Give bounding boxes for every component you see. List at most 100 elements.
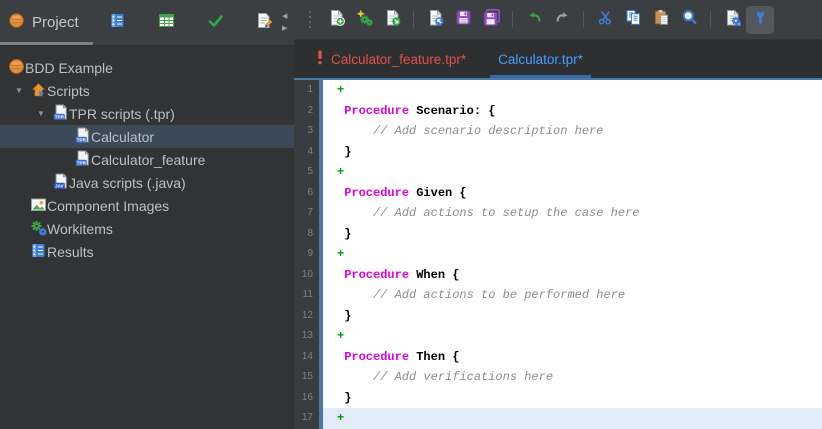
line-number: 13 xyxy=(294,326,319,347)
code-area[interactable]: + Procedure Scenario: { // Add scenario … xyxy=(323,80,822,429)
reopen-script-button[interactable] xyxy=(421,6,449,34)
tab-results-view[interactable] xyxy=(93,0,142,45)
wrench-icon xyxy=(752,9,769,31)
code-line[interactable]: // Add scenario description here xyxy=(323,121,822,142)
toolbox-button[interactable] xyxy=(746,6,774,34)
code-line[interactable]: + xyxy=(323,244,822,265)
code-line[interactable]: } xyxy=(323,306,822,327)
tree-item-calculator-feature[interactable]: TPRCalculator_feature xyxy=(0,148,294,171)
undo-icon xyxy=(526,9,543,31)
tree-item-tpr-scripts-tpr-[interactable]: ▼TPRTPR scripts (.tpr) xyxy=(0,102,294,125)
tpr-file-icon: TPR xyxy=(52,104,69,124)
code-line[interactable]: // Add actions to be performed here xyxy=(323,285,822,306)
code-line[interactable]: // Add actions to setup the case here xyxy=(323,203,822,224)
code-segment-keyword: Procedure xyxy=(344,268,409,282)
code-segment-comment: // Add actions to be performed here xyxy=(337,288,625,302)
gears-icon xyxy=(30,219,47,239)
code-segment-code: When { xyxy=(409,268,459,282)
code-line[interactable]: Procedure Then { xyxy=(323,347,822,368)
project-tree[interactable]: BDD Example▼Scripts▼TPRTPR scripts (.tpr… xyxy=(0,46,294,429)
code-line[interactable]: + xyxy=(323,326,822,347)
paste-button[interactable] xyxy=(647,6,675,34)
code-segment-keyword: Procedure xyxy=(344,104,409,118)
tpr-file-icon: TPR xyxy=(74,127,91,147)
script-editor-button[interactable] xyxy=(718,6,746,34)
copy-button[interactable] xyxy=(619,6,647,34)
editor-tab-2[interactable]: Calculator.tpr* xyxy=(482,40,599,78)
tree-item-results[interactable]: Results xyxy=(0,240,294,263)
record-script-button[interactable] xyxy=(350,6,378,34)
tree-item-component-images[interactable]: Component Images xyxy=(0,194,294,217)
tab-project[interactable]: Project xyxy=(0,0,93,45)
editor-tab-label: Calculator.tpr* xyxy=(498,52,583,67)
code-line[interactable]: } xyxy=(323,388,822,409)
tab-project-label: Project xyxy=(32,14,79,31)
code-segment-comment: // Add verifications here xyxy=(337,370,553,384)
tree-item-label: Calculator xyxy=(91,129,154,145)
open-script-button[interactable] xyxy=(378,6,406,34)
code-line[interactable]: } xyxy=(323,224,822,245)
code-segment-plus: + xyxy=(337,83,344,97)
bdd-project-icon xyxy=(8,58,25,78)
code-segment-code: } xyxy=(337,309,351,323)
check-icon xyxy=(207,12,224,34)
toolbar-drag-handle[interactable] xyxy=(307,11,313,28)
code-line[interactable]: Procedure When { xyxy=(323,265,822,286)
line-number: 17 xyxy=(294,408,319,429)
undo-button[interactable] xyxy=(520,6,548,34)
tree-item-calculator[interactable]: TPRCalculator xyxy=(0,125,294,148)
save-icon xyxy=(455,9,472,31)
code-line[interactable]: + xyxy=(323,80,822,101)
save-all-button[interactable] xyxy=(477,6,505,34)
error-exclamation-icon xyxy=(316,50,324,68)
redo-button[interactable] xyxy=(548,6,576,34)
save-button[interactable] xyxy=(449,6,477,34)
tree-item-label: Calculator_feature xyxy=(91,152,205,168)
tree-item-scripts[interactable]: ▼ Scripts xyxy=(0,79,294,102)
tree-item-label: Scripts xyxy=(47,83,90,99)
tree-item-workitems[interactable]: Workitems xyxy=(0,217,294,240)
scripts-home-icon xyxy=(30,81,47,101)
line-number-gutter: 1234567891011121314151617 xyxy=(294,80,319,429)
save-all-icon xyxy=(483,9,500,31)
code-line[interactable]: + xyxy=(323,162,822,183)
tree-item-label: Java scripts (.java) xyxy=(69,175,186,191)
project-panel: Project BDD Example▼Scripts▼TPRTPR scrip… xyxy=(0,0,294,429)
script-gears-icon xyxy=(724,9,741,31)
line-number: 12 xyxy=(294,306,319,327)
code-line[interactable]: } xyxy=(323,142,822,163)
editor-tab-1[interactable]: Calculator_feature.tpr* xyxy=(300,40,482,78)
line-number: 2 xyxy=(294,101,319,122)
new-script-button[interactable] xyxy=(322,6,350,34)
line-number: 8 xyxy=(294,224,319,245)
line-number: 5 xyxy=(294,162,319,183)
code-line[interactable]: Procedure Given { xyxy=(323,183,822,204)
toolbar-separator xyxy=(583,11,584,28)
line-number: 11 xyxy=(294,285,319,306)
tab-check-view[interactable] xyxy=(191,0,240,45)
tree-item-bdd-example[interactable]: BDD Example xyxy=(0,56,294,79)
line-number: 9 xyxy=(294,244,319,265)
record-script-icon xyxy=(356,9,373,31)
line-number: 10 xyxy=(294,265,319,286)
code-segment-plus: + xyxy=(337,329,344,343)
tree-item-label: Workitems xyxy=(47,221,113,237)
editor-tab-label: Calculator_feature.tpr* xyxy=(331,52,466,67)
code-line[interactable]: // Add verifications here xyxy=(323,367,822,388)
find-button[interactable] xyxy=(675,6,703,34)
splitter[interactable]: ◀ ▶ xyxy=(282,13,287,32)
line-number: 3 xyxy=(294,121,319,142)
svg-text:TPR: TPR xyxy=(55,114,65,119)
edit-doc-icon xyxy=(256,12,273,34)
tree-expand-arrow-icon[interactable]: ▼ xyxy=(30,102,52,125)
code-line[interactable]: + xyxy=(323,408,822,429)
cut-button[interactable] xyxy=(591,6,619,34)
collapse-left-icon[interactable]: ◀ xyxy=(282,13,287,20)
tree-item-java-scripts-java-[interactable]: JAVJava scripts (.java) xyxy=(0,171,294,194)
copy-icon xyxy=(625,9,642,31)
tree-expand-arrow-icon[interactable]: ▼ xyxy=(8,79,30,102)
reopen-icon xyxy=(427,9,444,31)
collapse-right-icon[interactable]: ▶ xyxy=(282,25,287,32)
code-line[interactable]: Procedure Scenario: { xyxy=(323,101,822,122)
tab-table-view[interactable] xyxy=(142,0,191,45)
